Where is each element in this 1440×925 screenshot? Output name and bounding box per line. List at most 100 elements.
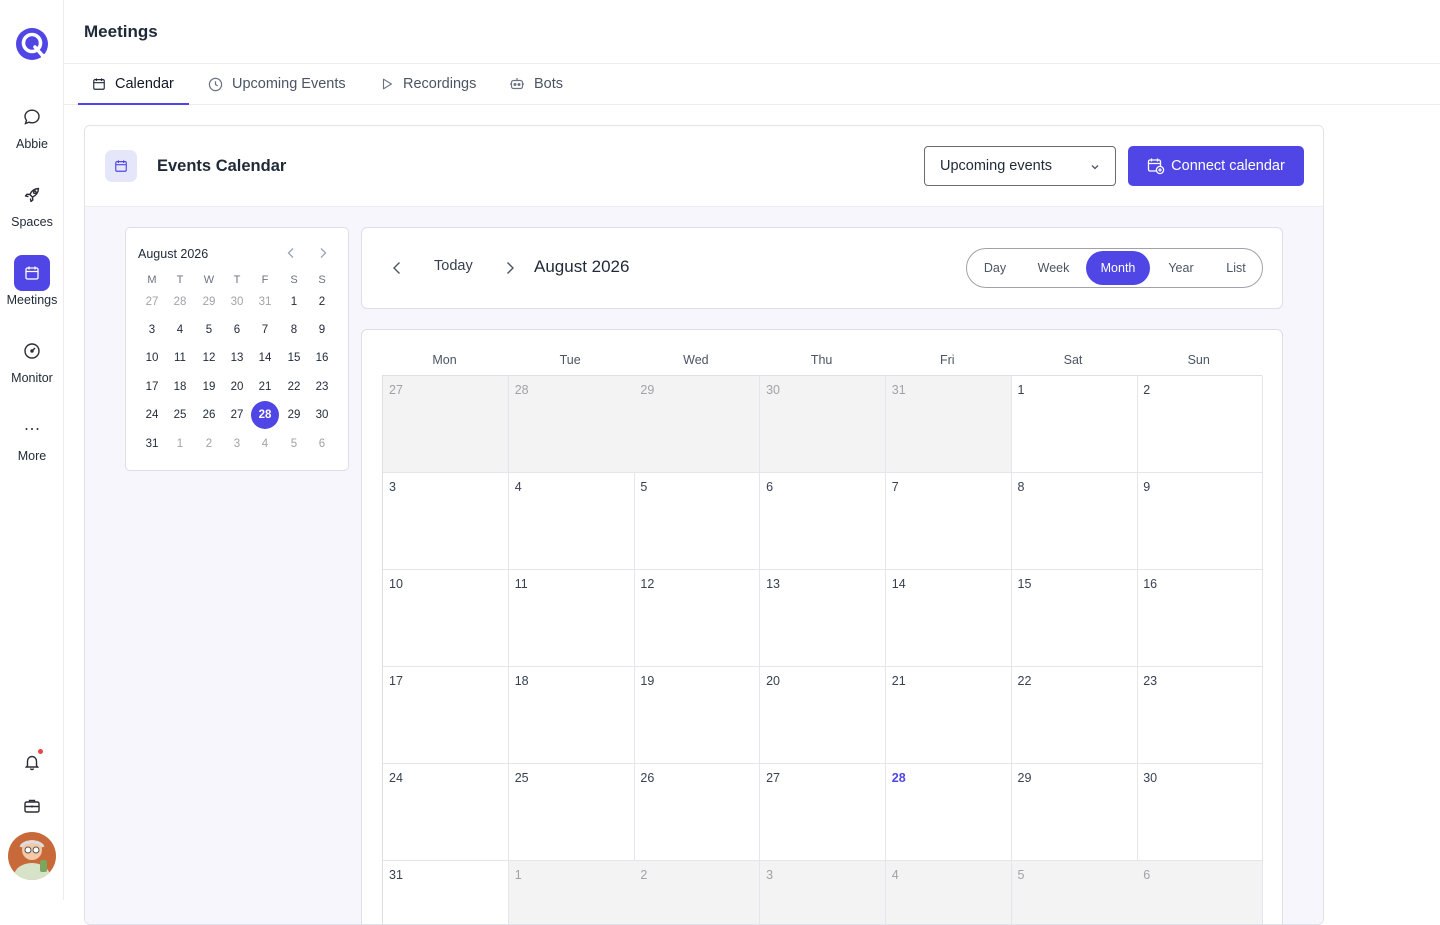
nav-abbie[interactable]: Abbie: [0, 99, 64, 151]
day-cell[interactable]: 1: [1011, 376, 1138, 473]
mini-calendar-day[interactable]: 30: [223, 288, 251, 316]
mini-calendar-day[interactable]: 27: [138, 288, 166, 316]
events-filter-select[interactable]: Upcoming events: [924, 146, 1116, 186]
day-cell[interactable]: 28: [508, 376, 635, 473]
day-cell[interactable]: 27: [383, 376, 509, 473]
day-cell[interactable]: 14: [885, 570, 1012, 667]
day-cell[interactable]: 3: [383, 473, 509, 570]
mini-next-button[interactable]: [315, 245, 331, 261]
notifications-button[interactable]: [18, 748, 46, 776]
day-cell[interactable]: 3: [760, 861, 887, 924]
day-cell[interactable]: 23: [1137, 667, 1264, 764]
tab-upcoming-events[interactable]: Upcoming Events: [194, 64, 360, 104]
mini-calendar-day[interactable]: 10: [138, 344, 166, 372]
day-cell[interactable]: 26: [634, 764, 761, 861]
mini-calendar-day[interactable]: 7: [251, 316, 279, 344]
mini-calendar-day[interactable]: 27: [223, 401, 251, 429]
mini-calendar-day[interactable]: 19: [195, 373, 223, 401]
today-button[interactable]: Today: [434, 258, 473, 274]
mini-calendar-day[interactable]: 15: [280, 344, 308, 372]
app-logo[interactable]: [15, 27, 49, 61]
day-cell[interactable]: 7: [885, 473, 1012, 570]
mini-calendar-day[interactable]: 26: [195, 401, 223, 429]
day-cell[interactable]: 5: [1011, 861, 1138, 924]
mini-calendar-day[interactable]: 8: [280, 316, 308, 344]
mini-calendar-day[interactable]: 5: [195, 316, 223, 344]
mini-calendar-day[interactable]: 20: [223, 373, 251, 401]
user-avatar[interactable]: [8, 832, 56, 880]
mini-calendar-day[interactable]: 6: [223, 316, 251, 344]
day-cell[interactable]: 8: [1011, 473, 1138, 570]
day-cell[interactable]: 29: [1011, 764, 1138, 861]
day-cell[interactable]: 18: [508, 667, 635, 764]
mini-calendar-day[interactable]: 31: [251, 288, 279, 316]
day-cell[interactable]: 20: [760, 667, 887, 764]
mini-calendar-day[interactable]: 18: [166, 373, 194, 401]
next-month-button[interactable]: [501, 259, 519, 277]
briefcase-button[interactable]: [18, 792, 46, 820]
day-cell[interactable]: 31: [885, 376, 1012, 473]
mini-calendar-day[interactable]: 29: [195, 288, 223, 316]
day-cell[interactable]: 22: [1011, 667, 1138, 764]
day-cell[interactable]: 16: [1137, 570, 1264, 667]
day-cell[interactable]: 10: [383, 570, 509, 667]
day-cell[interactable]: 12: [634, 570, 761, 667]
mini-calendar-day[interactable]: 16: [308, 344, 336, 372]
mini-calendar-day[interactable]: 5: [280, 430, 308, 458]
tab-bots[interactable]: Bots: [495, 64, 577, 104]
day-cell[interactable]: 13: [760, 570, 887, 667]
day-cell[interactable]: 28: [885, 764, 1012, 861]
mini-calendar-day[interactable]: 12: [195, 344, 223, 372]
mini-calendar-day[interactable]: 3: [138, 316, 166, 344]
day-cell[interactable]: 1: [508, 861, 635, 924]
mini-calendar-day[interactable]: 23: [308, 373, 336, 401]
day-cell[interactable]: 21: [885, 667, 1012, 764]
mini-calendar-day[interactable]: 31: [138, 430, 166, 458]
day-cell[interactable]: 24: [383, 764, 509, 861]
view-list-button[interactable]: List: [1212, 251, 1260, 285]
day-cell[interactable]: 5: [634, 473, 761, 570]
mini-calendar-day[interactable]: 1: [166, 430, 194, 458]
day-cell[interactable]: 15: [1011, 570, 1138, 667]
day-cell[interactable]: 2: [634, 861, 761, 924]
mini-calendar-day[interactable]: 22: [280, 373, 308, 401]
day-cell[interactable]: 17: [383, 667, 509, 764]
day-cell[interactable]: 31: [383, 861, 509, 924]
mini-calendar-day[interactable]: 3: [223, 430, 251, 458]
day-cell[interactable]: 25: [508, 764, 635, 861]
mini-calendar-day[interactable]: 4: [166, 316, 194, 344]
day-cell[interactable]: 19: [634, 667, 761, 764]
nav-monitor[interactable]: Monitor: [0, 333, 64, 385]
view-year-button[interactable]: Year: [1150, 251, 1212, 285]
tab-calendar[interactable]: Calendar: [78, 64, 189, 105]
mini-calendar-day[interactable]: 28: [166, 288, 194, 316]
day-cell[interactable]: 30: [1137, 764, 1264, 861]
mini-calendar-day[interactable]: 28: [251, 401, 279, 429]
nav-spaces[interactable]: Spaces: [0, 177, 64, 229]
day-cell[interactable]: 2: [1137, 376, 1264, 473]
day-cell[interactable]: 11: [508, 570, 635, 667]
mini-calendar-day[interactable]: 21: [251, 373, 279, 401]
mini-calendar-day[interactable]: 2: [308, 288, 336, 316]
mini-calendar-day[interactable]: 17: [138, 373, 166, 401]
mini-calendar-day[interactable]: 11: [166, 344, 194, 372]
nav-meetings[interactable]: Meetings: [0, 255, 64, 307]
view-day-button[interactable]: Day: [969, 251, 1021, 285]
day-cell[interactable]: 29: [634, 376, 761, 473]
mini-prev-button[interactable]: [283, 245, 299, 261]
day-cell[interactable]: 27: [760, 764, 887, 861]
mini-calendar-day[interactable]: 14: [251, 344, 279, 372]
tab-recordings[interactable]: Recordings: [366, 64, 490, 104]
mini-calendar-day[interactable]: 4: [251, 430, 279, 458]
day-cell[interactable]: 30: [760, 376, 887, 473]
mini-calendar-day[interactable]: 1: [280, 288, 308, 316]
day-cell[interactable]: 6: [760, 473, 887, 570]
mini-calendar-day[interactable]: 30: [308, 401, 336, 429]
nav-more[interactable]: More: [0, 411, 64, 463]
day-cell[interactable]: 6: [1137, 861, 1264, 924]
day-cell[interactable]: 9: [1137, 473, 1264, 570]
mini-calendar-day[interactable]: 25: [166, 401, 194, 429]
view-month-button[interactable]: Month: [1086, 251, 1150, 285]
mini-calendar-day[interactable]: 6: [308, 430, 336, 458]
day-cell[interactable]: 4: [885, 861, 1012, 924]
